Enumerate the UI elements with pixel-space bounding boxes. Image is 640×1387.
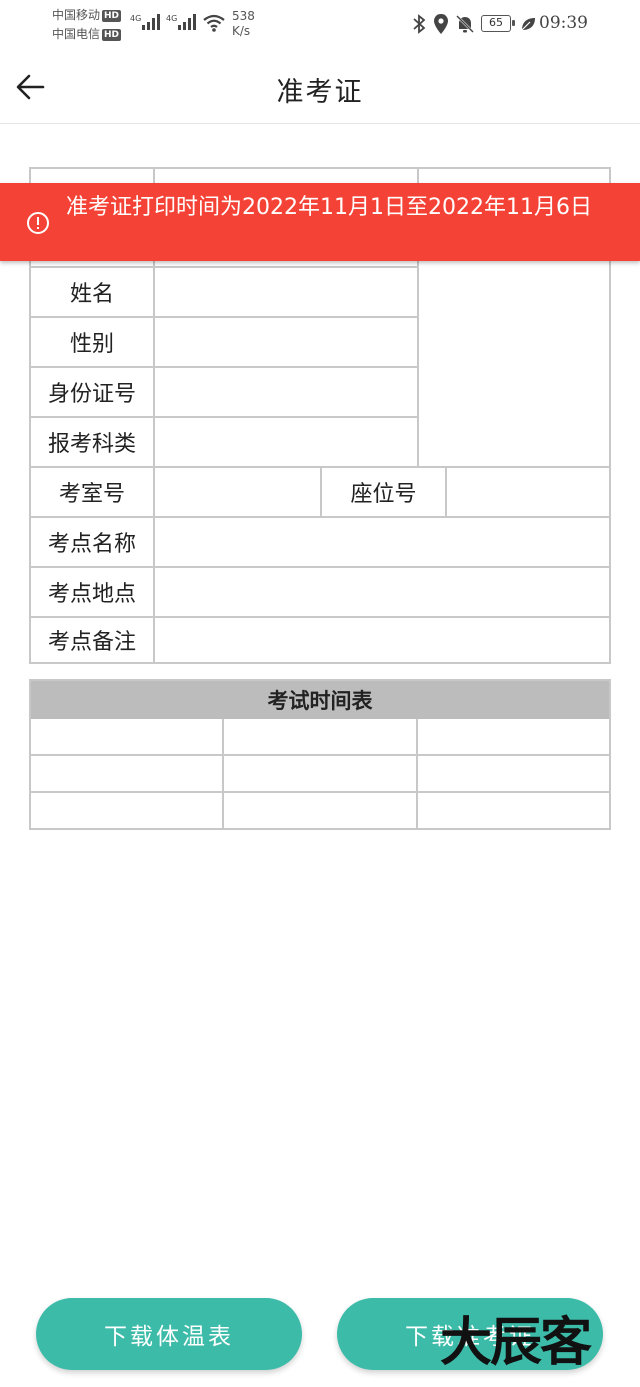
label-id-number: 身份证号 [31, 368, 155, 418]
value-seat-number [447, 468, 609, 518]
label-gender: 性别 [31, 318, 155, 368]
value-subject [155, 418, 419, 468]
page-title: 准考证 [276, 77, 364, 108]
schedule-cell [224, 793, 418, 828]
schedule-cell [418, 719, 609, 756]
schedule-cell [418, 793, 609, 828]
leaf-icon [521, 18, 535, 31]
status-bar: 中国移动 HD 中国电信 HD 4G 4G 538 K/s 65 09:39 [0, 0, 640, 50]
label-name: 姓名 [31, 268, 155, 318]
network-type-1: 4G [130, 14, 142, 23]
label-seat-number: 座位号 [322, 468, 447, 518]
schedule-title: 考试时间表 [31, 681, 609, 719]
schedule-cell [31, 719, 224, 756]
value-name [155, 268, 419, 318]
location-icon [434, 14, 448, 34]
toast-message: 准考证打印时间为2022年11月1日至2022年11月6日 [66, 195, 592, 220]
wifi-icon [203, 14, 225, 32]
value-room-number [155, 468, 322, 518]
app-header: 准考证 [0, 50, 640, 124]
label-room-number: 考室号 [31, 468, 155, 518]
value-gender [155, 318, 419, 368]
print-time-toast: 准考证打印时间为2022年11月1日至2022年11月6日 [0, 183, 640, 261]
schedule-cell [418, 756, 609, 793]
value-site-address [155, 568, 609, 618]
schedule-cell [31, 793, 224, 828]
exam-schedule-table: 考试时间表 [29, 679, 611, 830]
schedule-cell [224, 719, 418, 756]
value-site-note [155, 618, 609, 662]
label-site-address: 考点地点 [31, 568, 155, 618]
clock: 09:39 [539, 13, 588, 33]
value-site-name [155, 518, 609, 568]
mute-bell-icon [456, 15, 474, 33]
carrier-2: 中国电信 HD [52, 27, 122, 41]
label-site-note: 考点备注 [31, 618, 155, 662]
network-speed: 538 K/s [232, 9, 255, 38]
label-site-name: 考点名称 [31, 518, 155, 568]
alert-circle-icon [27, 212, 49, 234]
battery-icon: 65 [481, 15, 515, 32]
watermark: 大辰客 [440, 1312, 592, 1373]
schedule-cell [31, 756, 224, 793]
bluetooth-icon [413, 14, 426, 34]
signal-icon [178, 14, 196, 30]
network-type-2: 4G [166, 14, 178, 23]
carrier-1: 中国移动 HD [52, 8, 122, 22]
schedule-cell [224, 756, 418, 793]
label-subject: 报考科类 [31, 418, 155, 468]
value-id-number [155, 368, 419, 418]
download-temperature-form-button[interactable]: 下载体温表 [36, 1298, 302, 1370]
signal-icon [142, 14, 160, 30]
